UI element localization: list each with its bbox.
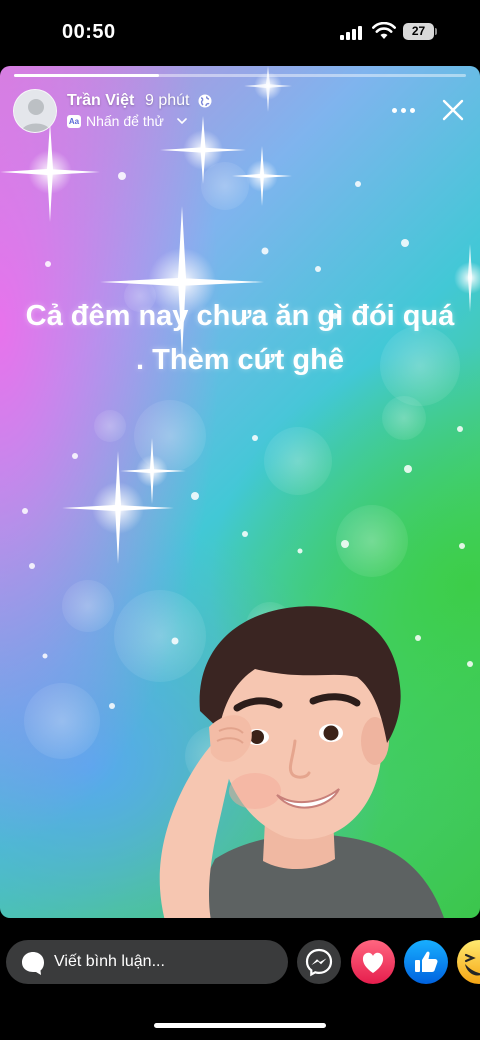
haha-reaction-button[interactable] — [457, 940, 480, 984]
love-reaction-icon — [362, 952, 384, 973]
story-header: Trần Việt 9 phút Aa Nhấn để thử — [0, 86, 480, 136]
chevron-down-icon — [177, 118, 187, 125]
like-reaction-icon — [415, 951, 438, 972]
haha-reaction-icon — [464, 953, 480, 976]
comment-bubble-icon — [22, 952, 44, 975]
battery-level: 27 — [403, 23, 434, 40]
story-progress-bar — [14, 74, 466, 77]
font-aa-icon: Aa — [67, 115, 81, 128]
font-try-label: Nhấn để thử — [86, 113, 164, 129]
status-bar: 00:50 27 — [0, 0, 480, 64]
memoji-avatar-illustration — [159, 606, 444, 918]
more-options-button[interactable] — [390, 100, 418, 120]
story-time: 9 phút — [145, 92, 190, 109]
messenger-button[interactable] — [297, 940, 341, 984]
story-progress-fill — [14, 74, 159, 77]
wifi-icon — [372, 22, 396, 39]
story-text: Cả đêm nay chưa ăn gì đói quá . Thèm cứt… — [25, 300, 455, 376]
default-avatar-icon — [14, 90, 56, 132]
home-indicator — [154, 1023, 326, 1028]
like-reaction-button[interactable] — [404, 940, 448, 984]
love-reaction-button[interactable] — [351, 940, 395, 984]
story-card[interactable]: Trần Việt 9 phút Aa Nhấn để thử Cả đêm n… — [0, 66, 480, 918]
cellular-signal-icon — [340, 26, 362, 40]
messenger-icon — [305, 948, 333, 977]
comment-input[interactable]: Viết bình luận... — [6, 940, 288, 984]
story-author-name[interactable]: Trần Việt — [67, 92, 134, 110]
close-icon[interactable] — [441, 98, 465, 122]
battery-icon: 27 — [403, 23, 437, 40]
status-time: 00:50 — [62, 21, 116, 43]
comment-placeholder: Viết bình luận... — [54, 953, 165, 970]
avatar[interactable] — [13, 89, 57, 133]
globe-icon — [198, 94, 212, 108]
